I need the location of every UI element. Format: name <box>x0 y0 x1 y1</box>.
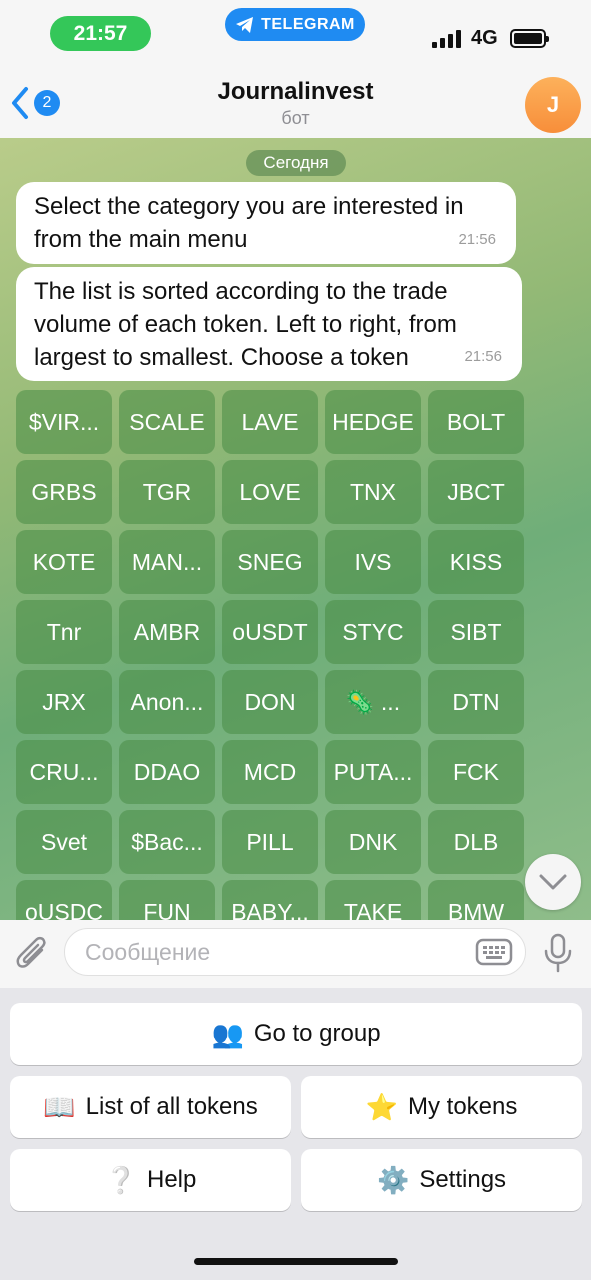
button-label: Go to group <box>253 1020 381 1047</box>
token-button[interactable]: TAKE <box>325 880 421 920</box>
token-button[interactable]: Tnr <box>16 600 112 664</box>
token-button[interactable]: JRX <box>16 670 112 734</box>
token-button[interactable]: $VIR... <box>16 390 112 454</box>
token-button[interactable]: LOVE <box>222 460 318 524</box>
star-icon: ⭐ <box>365 1091 398 1122</box>
token-button[interactable]: Svet <box>16 810 112 874</box>
message-input[interactable]: Сообщение <box>64 928 526 976</box>
token-button[interactable]: GRBS <box>16 460 112 524</box>
scroll-down-button[interactable] <box>525 854 581 910</box>
token-button[interactable]: $Bac... <box>119 810 215 874</box>
go-to-group-button[interactable]: 👥 Go to group <box>10 1003 582 1065</box>
message-text: The list is sorted according to the trad… <box>34 278 457 371</box>
token-button[interactable]: FUN <box>119 880 215 920</box>
message-time: 21:56 <box>464 348 502 365</box>
reply-keyboard: 👥 Go to group 📖 List of all tokens ⭐ My … <box>0 988 591 1280</box>
token-button[interactable]: TGR <box>119 460 215 524</box>
help-button[interactable]: ❔ Help <box>10 1149 291 1211</box>
message-bubble[interactable]: The list is sorted according to the trad… <box>16 267 522 381</box>
status-bar: 21:57 TELEGRAM 4G <box>0 0 591 66</box>
home-indicator <box>194 1258 398 1265</box>
token-button[interactable]: STYC <box>325 600 421 664</box>
token-button[interactable]: Anon... <box>119 670 215 734</box>
my-tokens-button[interactable]: ⭐ My tokens <box>301 1076 582 1138</box>
chat-header: 2 Journalinvest бот J <box>0 66 591 138</box>
token-button[interactable]: 🦠 ... <box>325 670 421 734</box>
token-button[interactable]: KISS <box>428 530 524 594</box>
people-icon: 👥 <box>211 1018 244 1049</box>
token-button[interactable]: DON <box>222 670 318 734</box>
chat-subtitle: бот <box>281 108 310 128</box>
token-button[interactable]: DLB <box>428 810 524 874</box>
date-chip: Сегодня <box>246 150 346 176</box>
gear-icon: ⚙️ <box>376 1164 410 1195</box>
token-button[interactable]: AMBR <box>119 600 215 664</box>
message-bubble[interactable]: Select the category you are interested i… <box>16 182 516 264</box>
question-icon: ❔ <box>104 1164 137 1195</box>
telegram-pill[interactable]: TELEGRAM <box>225 8 365 41</box>
attach-icon[interactable] <box>14 934 50 974</box>
token-button[interactable]: MCD <box>222 740 318 804</box>
token-button[interactable]: MAN... <box>119 530 215 594</box>
chat-area[interactable]: Сегодня Select the category you are inte… <box>0 138 591 920</box>
token-button[interactable]: DDAO <box>119 740 215 804</box>
message-time: 21:56 <box>458 231 496 248</box>
token-button[interactable]: TNX <box>325 460 421 524</box>
microphone-icon[interactable] <box>542 932 574 974</box>
token-button[interactable]: SIBT <box>428 600 524 664</box>
avatar[interactable]: J <box>525 77 581 133</box>
token-button[interactable]: HEDGE <box>325 390 421 454</box>
chat-title[interactable]: Journalinvest <box>0 78 591 106</box>
token-button[interactable]: BOLT <box>428 390 524 454</box>
status-time: 21:57 <box>50 16 151 51</box>
token-button[interactable]: JBCT <box>428 460 524 524</box>
token-button[interactable]: PILL <box>222 810 318 874</box>
token-button[interactable]: DNK <box>325 810 421 874</box>
token-button[interactable]: IVS <box>325 530 421 594</box>
network-type: 4G <box>471 27 498 49</box>
message-text: Select the category you are interested i… <box>34 193 464 253</box>
button-label: Settings <box>419 1166 507 1193</box>
list-all-tokens-button[interactable]: 📖 List of all tokens <box>10 1076 291 1138</box>
token-button[interactable]: oUSDC <box>16 880 112 920</box>
token-button[interactable]: SNEG <box>222 530 318 594</box>
token-button[interactable]: BMW <box>428 880 524 920</box>
keyboard-icon[interactable] <box>475 938 513 966</box>
token-button[interactable]: BABY... <box>222 880 318 920</box>
telegram-icon <box>236 16 254 33</box>
chevron-down-icon <box>539 874 567 890</box>
book-icon: 📖 <box>43 1091 76 1122</box>
token-button[interactable]: PUTA... <box>325 740 421 804</box>
token-button[interactable]: LAVE <box>222 390 318 454</box>
token-button[interactable]: oUSDT <box>222 600 318 664</box>
message-input-bar: Сообщение <box>0 920 591 988</box>
token-button[interactable]: KOTE <box>16 530 112 594</box>
settings-button[interactable]: ⚙️ Settings <box>301 1149 582 1211</box>
button-label: My tokens <box>408 1093 518 1120</box>
button-label: Help <box>147 1166 197 1193</box>
signal-icon <box>432 30 461 48</box>
token-button[interactable]: SCALE <box>119 390 215 454</box>
token-button[interactable]: DTN <box>428 670 524 734</box>
token-button[interactable]: FCK <box>428 740 524 804</box>
token-keyboard: $VIR... SCALE LAVE HEDGE BOLT GRBS TGR LOVE TNX J… <box>16 390 526 920</box>
message-placeholder: Сообщение <box>85 939 211 965</box>
telegram-pill-label: TELEGRAM <box>261 15 355 33</box>
battery-icon <box>510 29 549 48</box>
button-label: List of all tokens <box>85 1093 258 1120</box>
token-button[interactable]: CRU... <box>16 740 112 804</box>
